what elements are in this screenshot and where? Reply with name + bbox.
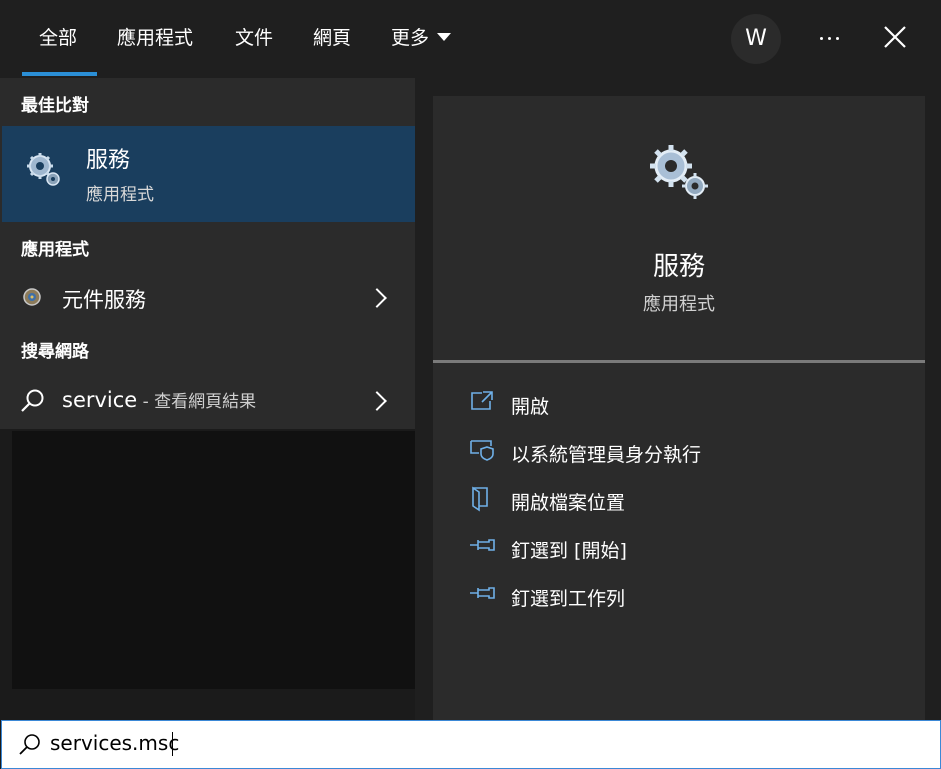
search-input[interactable]: services.msc — [50, 731, 179, 755]
search-box[interactable]: services.msc — [1, 720, 941, 769]
avatar[interactable]: W — [731, 14, 781, 64]
apps-heading: 應用程式 — [21, 240, 89, 260]
tab-more[interactable]: 更多 — [391, 26, 452, 50]
app-result-label: 元件服務 — [62, 288, 146, 312]
more-options-icon[interactable] — [812, 26, 848, 50]
empty-results-area — [12, 431, 415, 689]
web-search-heading: 搜尋網路 — [21, 342, 89, 362]
preview-subtitle: 應用程式 — [643, 294, 715, 315]
top-bar: 全部 應用程式 文件 網頁 更多 W — [0, 0, 941, 78]
tab-apps[interactable]: 應用程式 — [117, 26, 193, 50]
best-match-title: 服務 — [86, 148, 131, 173]
tab-web[interactable]: 網頁 — [313, 26, 351, 50]
web-query-text: service — [62, 388, 138, 412]
folder-icon — [472, 486, 488, 512]
action-open-file-location[interactable]: 開啟檔案位置 — [469, 486, 769, 516]
best-match-subtitle: 應用程式 — [86, 185, 154, 205]
app-result-component-services[interactable]: 元件服務 — [0, 272, 415, 322]
chevron-right-icon[interactable] — [367, 288, 387, 308]
pin-icon — [470, 539, 495, 551]
action-pin-to-taskbar[interactable]: 釘選到工作列 — [469, 582, 769, 612]
text-cursor — [172, 732, 173, 756]
chevron-down-icon — [437, 32, 452, 41]
component-services-icon — [23, 288, 41, 306]
active-tab-indicator — [22, 72, 97, 76]
action-pin-to-start-label: 釘選到 [開始] — [511, 540, 627, 562]
preview-title: 服務 — [652, 252, 705, 282]
close-icon[interactable] — [880, 22, 910, 52]
best-match-heading: 最佳比對 — [21, 96, 89, 116]
web-result-label: service - 查看網頁結果 — [62, 387, 256, 412]
action-run-as-admin-label: 以系統管理員身分執行 — [511, 444, 702, 466]
divider — [433, 360, 925, 363]
shield-icon — [470, 440, 494, 461]
action-pin-to-start[interactable]: 釘選到 [開始] — [469, 534, 769, 564]
services-gear-icon — [650, 145, 708, 199]
chevron-right-icon[interactable] — [367, 391, 387, 411]
search-icon — [19, 734, 40, 755]
tab-all[interactable]: 全部 — [39, 26, 77, 50]
action-open-file-location-label: 開啟檔案位置 — [511, 492, 626, 514]
best-match-item[interactable] — [2, 126, 415, 222]
web-result-item[interactable]: service - 查看網頁結果 — [0, 374, 415, 424]
preview-panel: 服務 應用程式 開啟 以系統管理員身分執行 開啟檔案位置 釘選到 [開始] 釘選… — [433, 96, 925, 720]
action-pin-to-taskbar-label: 釘選到工作列 — [511, 588, 626, 610]
action-run-as-admin[interactable]: 以系統管理員身分執行 — [469, 438, 769, 468]
action-open[interactable]: 開啟 — [469, 390, 769, 420]
search-icon — [21, 389, 44, 412]
tab-documents[interactable]: 文件 — [235, 26, 273, 50]
services-gear-icon — [27, 153, 60, 186]
pin-icon — [470, 587, 495, 599]
open-external-icon — [471, 391, 493, 410]
tab-more-label: 更多 — [391, 27, 430, 49]
web-result-suffix: - 查看網頁結果 — [137, 392, 257, 412]
action-open-label: 開啟 — [511, 396, 550, 418]
